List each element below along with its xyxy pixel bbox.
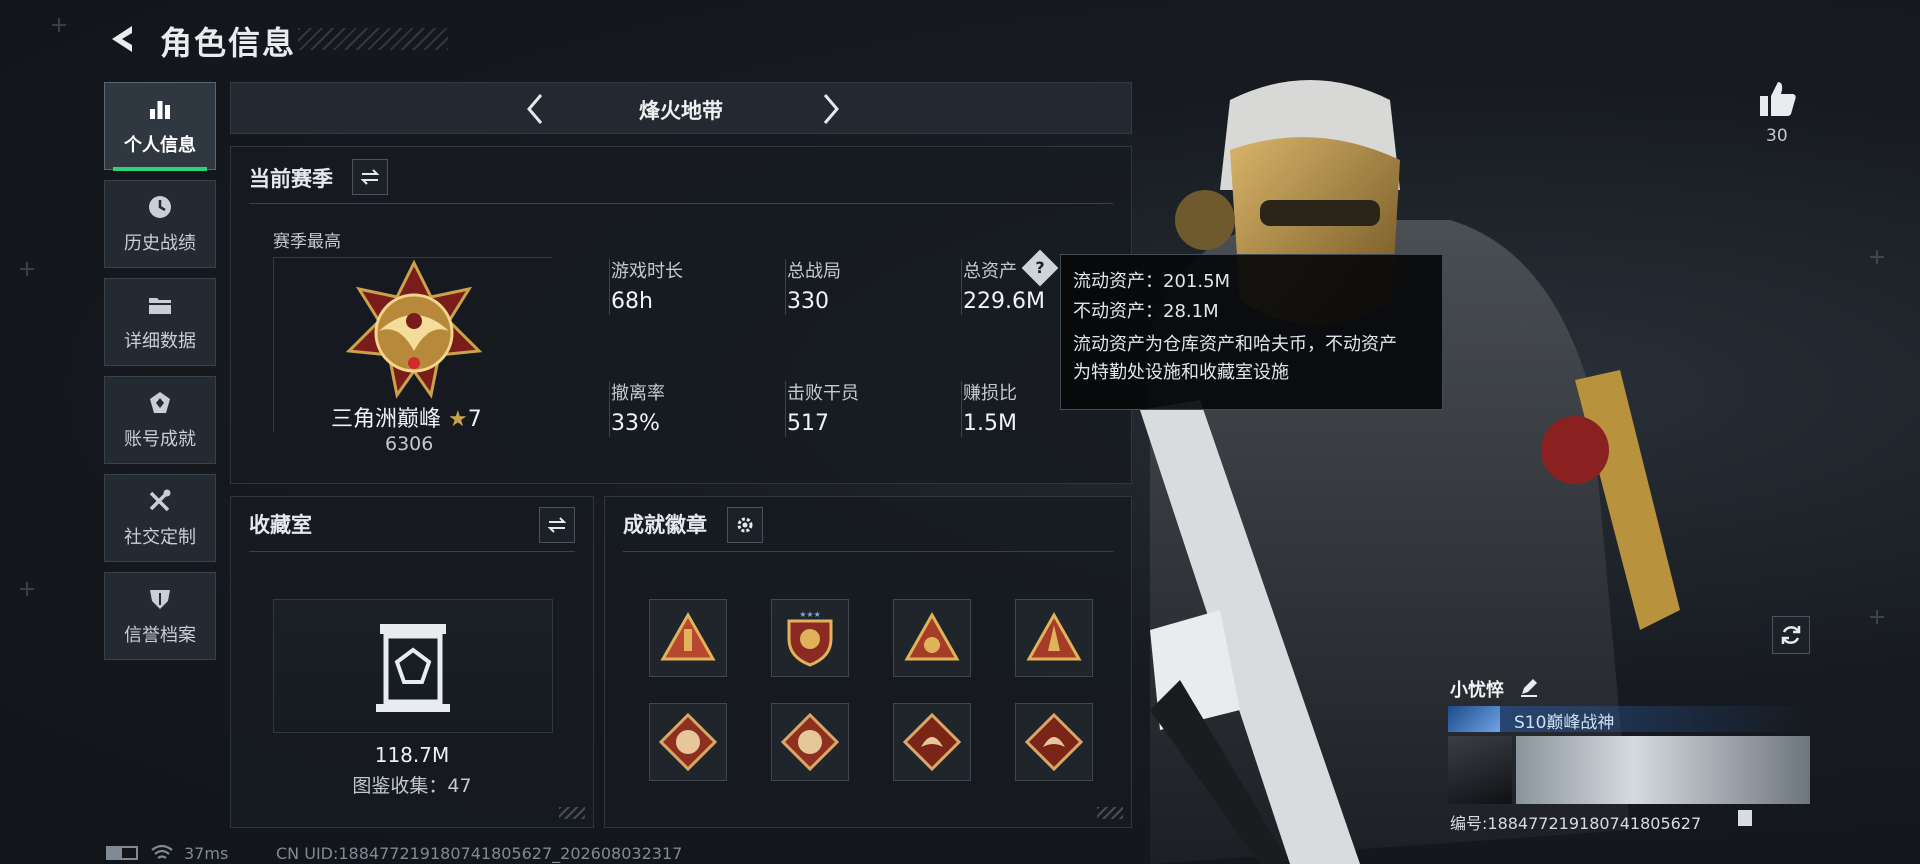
swap-icon: [360, 169, 380, 185]
chevron-right-icon[interactable]: [813, 91, 847, 127]
sidebar-item-label: 详细数据: [124, 331, 196, 352]
tooltip-fixed-assets: 不动资产：28.1M: [1073, 301, 1219, 322]
player-name: 小忧悴: [1450, 680, 1504, 701]
divider: [249, 203, 1113, 204]
name-card-banner[interactable]: [1516, 736, 1810, 804]
title-badge-icon: [1448, 706, 1500, 732]
stat-label-extract-rate: 撤离率: [611, 383, 665, 404]
uid-text: CN UID:18847721918074180562​7_2026080323…: [276, 844, 683, 863]
sidebar-item-achievements[interactable]: 账号成就: [104, 376, 216, 464]
bar-chart-icon: [150, 101, 170, 119]
back-arrow-icon[interactable]: [106, 22, 140, 56]
wolf-badge-icon[interactable]: [771, 703, 849, 781]
sidebar-item-social[interactable]: 社交定制: [104, 474, 216, 562]
title-decoration: [298, 28, 448, 50]
rank-points: 6306: [385, 433, 434, 455]
deco-cross: [20, 582, 34, 596]
thumbs-up-icon[interactable]: [1758, 80, 1798, 118]
rank-emblem-icon: [345, 259, 483, 399]
collection-value: 118.7M: [374, 743, 450, 767]
triangle-badge-icon[interactable]: [649, 599, 727, 677]
shield-icon: [150, 590, 170, 609]
season-highest-label: 赛季最高: [273, 232, 341, 252]
swap-icon: [547, 517, 567, 533]
vault-icon: [376, 624, 450, 712]
player-id: 编号:18847721918074180562​7: [1450, 814, 1702, 833]
edit-icon[interactable]: [1518, 676, 1540, 698]
battery-icon: [106, 846, 138, 860]
stat-value-kills: 517: [787, 411, 829, 436]
wifi-icon: [151, 844, 173, 859]
wolf-badge-icon[interactable]: [649, 703, 727, 781]
like-count: 30: [1766, 126, 1788, 146]
stat-label-profit-ratio: 赚损比: [963, 383, 1017, 404]
stat-divider: [961, 259, 962, 315]
stat-label-kills: 击败干员: [787, 383, 859, 404]
stat-divider: [609, 259, 610, 315]
season-switch-button[interactable]: [352, 159, 388, 195]
sidebar-item-personal-info[interactable]: 个人信息: [104, 82, 216, 171]
stat-label-assets: 总资产: [963, 261, 1017, 282]
stat-value-matches: 330: [787, 289, 829, 314]
stat-value-extract-rate: 33%: [611, 411, 660, 436]
deco-cross: [52, 18, 66, 32]
achievement-icon: [150, 392, 170, 413]
season-panel: 当前赛季 赛季最高 三角洲巅峰 ★7 6306 游戏时长 68h 总战局 330…: [230, 146, 1132, 484]
rank-line: 三角洲巅峰 ★7: [331, 401, 482, 433]
collection-count: 图鉴收集：47: [352, 775, 472, 797]
sidebar-item-label: 个人信息: [124, 135, 196, 156]
avatar[interactable]: [1448, 736, 1512, 804]
divider: [249, 551, 575, 552]
sidebar-item-label: 社交定制: [124, 527, 196, 548]
sidebar-item-label: 账号成就: [124, 429, 196, 450]
page-title: 角色信息: [160, 24, 297, 62]
triangle-badge-icon[interactable]: [893, 599, 971, 677]
sidebar-item-history[interactable]: 历史战绩: [104, 180, 216, 268]
badges-title: 成就徽章: [623, 513, 707, 537]
stat-label-playtime: 游戏时长: [611, 261, 683, 282]
tooltip-desc-2: 为特勤处设施和收藏室设施: [1073, 362, 1289, 383]
mode-selector: 烽火地带: [230, 82, 1132, 134]
season-title: 当前赛季: [249, 167, 333, 191]
tooltip-liquid-assets: 流动资产：201.5M: [1073, 271, 1231, 292]
collection-preview[interactable]: [273, 599, 553, 733]
rank-name: 三角洲巅峰: [331, 407, 442, 432]
tools-icon: [149, 489, 171, 512]
deco-cross: [1870, 610, 1884, 624]
gear-icon: [737, 517, 753, 533]
collection-panel: 收藏室 118.7M 图鉴收集：47: [230, 496, 594, 828]
sidebar-item-reputation[interactable]: 信誉档案: [104, 572, 216, 660]
sidebar-item-detail-data[interactable]: 详细数据: [104, 278, 216, 366]
sidebar-item-label: 信誉档案: [124, 625, 196, 646]
refresh-button[interactable]: [1772, 616, 1810, 654]
corner-decoration: [559, 807, 585, 819]
shield-emblem-badge-icon[interactable]: ★★★: [771, 599, 849, 677]
collection-switch-button[interactable]: [539, 507, 575, 543]
stat-divider: [785, 259, 786, 315]
stat-divider: [961, 381, 962, 437]
rank-stars: 7: [467, 407, 482, 432]
sidebar-item-label: 历史战绩: [124, 233, 196, 254]
assets-tooltip: 流动资产：201.5M 不动资产：28.1M 流动资产为仓库资产和哈夫币，不动资…: [1060, 254, 1443, 410]
badge-settings-button[interactable]: [727, 507, 763, 543]
mode-name: 烽火地带: [639, 99, 723, 123]
clock-icon: [149, 196, 171, 218]
stat-value-profit-ratio: 1.5M: [963, 411, 1017, 436]
stat-divider: [609, 381, 610, 437]
ping: 37ms: [184, 844, 229, 863]
refresh-icon: [1781, 626, 1801, 644]
svg-text:★★★: ★★★: [799, 610, 821, 619]
stat-label-matches: 总战局: [787, 261, 841, 282]
title-badge-text: S10巅峰战神: [1514, 713, 1615, 733]
stat-value-playtime: 68h: [611, 289, 653, 314]
copy-icon[interactable]: [1738, 810, 1752, 826]
folder-icon: [149, 298, 171, 314]
dragon-badge-icon[interactable]: [893, 703, 971, 781]
tooltip-desc-1: 流动资产为仓库资产和哈夫币，不动资产: [1073, 334, 1397, 355]
collection-title: 收藏室: [249, 513, 312, 537]
star-icon: ★: [448, 407, 468, 432]
deco-cross: [1870, 250, 1884, 264]
stat-divider: [785, 381, 786, 437]
deco-cross: [20, 262, 34, 276]
